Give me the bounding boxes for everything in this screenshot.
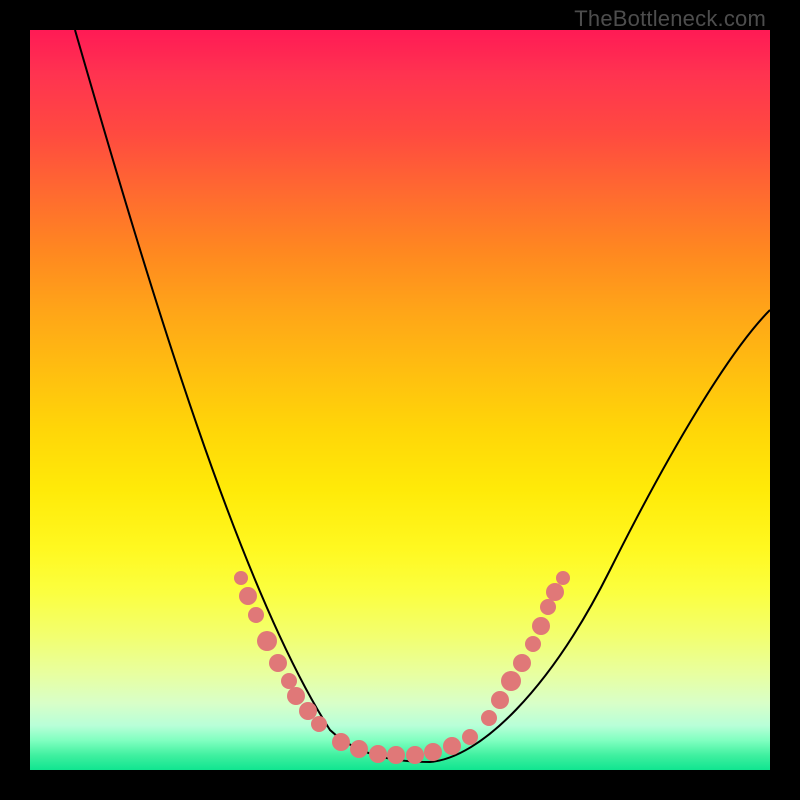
bottom-cluster-marker <box>443 737 461 755</box>
right-cluster-marker <box>546 583 564 601</box>
right-cluster-marker <box>532 617 550 635</box>
right-cluster-marker <box>540 599 556 615</box>
left-cluster-marker <box>234 571 248 585</box>
bottom-cluster-marker <box>350 740 368 758</box>
right-cluster-marker <box>491 691 509 709</box>
right-cluster-marker <box>556 571 570 585</box>
bottom-cluster-marker <box>424 743 442 761</box>
left-cluster-marker <box>311 716 327 732</box>
right-cluster-marker <box>481 710 497 726</box>
v-curve-path <box>75 30 770 762</box>
bottom-cluster-marker <box>462 729 478 745</box>
bottom-cluster-marker <box>332 733 350 751</box>
left-cluster-marker <box>248 607 264 623</box>
bottom-cluster-marker <box>406 746 424 764</box>
left-cluster-marker <box>269 654 287 672</box>
bottom-cluster-marker <box>369 745 387 763</box>
left-cluster-marker <box>239 587 257 605</box>
plot-area <box>30 30 770 770</box>
right-cluster-marker <box>501 671 521 691</box>
right-cluster-marker <box>513 654 531 672</box>
watermark-text: TheBottleneck.com <box>574 6 766 32</box>
left-cluster-marker <box>257 631 277 651</box>
bottom-cluster-marker <box>387 746 405 764</box>
chart-frame: TheBottleneck.com <box>0 0 800 800</box>
curve-svg <box>30 30 770 770</box>
right-cluster-marker <box>525 636 541 652</box>
